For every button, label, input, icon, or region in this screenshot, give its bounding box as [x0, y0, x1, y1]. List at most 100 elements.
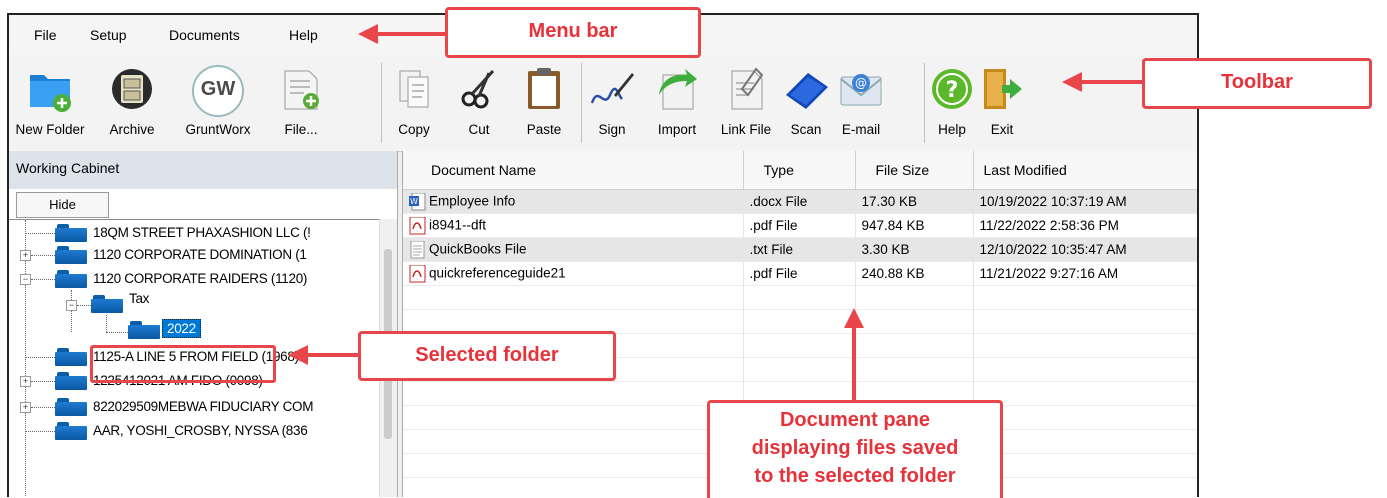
- new-folder-label: New Folder: [15, 122, 85, 137]
- sign-label: Sign: [598, 122, 626, 137]
- toolbar-separator: [381, 63, 382, 143]
- pdf-icon: [409, 264, 426, 283]
- document-modified: 10/19/2022 10:37:19 AM: [973, 189, 1197, 214]
- folder-icon: [55, 372, 87, 390]
- tree-connector: [25, 431, 55, 432]
- column-header-type[interactable]: Type: [743, 151, 856, 190]
- toolbar-callout: Toolbar: [1142, 58, 1372, 109]
- help-button[interactable]: ? Help: [926, 59, 978, 149]
- exit-button[interactable]: Exit: [978, 59, 1026, 149]
- document-name-cell: quickreferenceguide21: [403, 261, 744, 286]
- clipboard-paste-icon: [528, 68, 560, 109]
- menu-setup[interactable]: Setup: [90, 27, 127, 43]
- menu-documents[interactable]: Documents: [169, 27, 240, 43]
- document-modified: 12/10/2022 10:35:47 AM: [973, 237, 1197, 262]
- import-label: Import: [657, 122, 697, 137]
- table-header-row: Document Name Type File Size Last Modifi…: [403, 151, 1197, 190]
- archive-cabinet-icon: [112, 69, 152, 109]
- tree-connector: [106, 315, 107, 332]
- document-type: .docx File: [743, 189, 856, 214]
- column-header-last-modified[interactable]: Last Modified: [973, 151, 1197, 190]
- archive-label: Archive: [109, 122, 155, 137]
- email-button[interactable]: @ E-mail: [833, 59, 889, 149]
- toolbar-arrow: [1062, 72, 1144, 92]
- table-row[interactable]: W Employee Info .docx File 17.30 KB 10/19…: [403, 189, 1197, 214]
- word-icon: W: [409, 192, 426, 211]
- toolbar-separator: [581, 63, 582, 143]
- collapse-toggle-icon[interactable]: −: [66, 300, 77, 311]
- hide-button[interactable]: Hide: [16, 192, 109, 218]
- table-row[interactable]: QuickBooks File .txt File 3.30 KB 12/10/…: [403, 237, 1197, 262]
- tree-connector: [31, 255, 55, 256]
- tree-connector: [25, 233, 55, 234]
- text-file-icon: [409, 240, 426, 259]
- tree-connector: [31, 279, 55, 280]
- paste-label: Paste: [526, 122, 562, 137]
- document-pane-callout-line-1: Document pane: [779, 409, 931, 431]
- menu-file[interactable]: File: [34, 27, 57, 43]
- document-pane-callout-line-3: to the selected folder: [754, 465, 956, 487]
- new-folder-button[interactable]: New Folder: [9, 59, 91, 149]
- document-name: quickreferenceguide21: [429, 265, 566, 281]
- table-row-empty: [403, 285, 1197, 310]
- copy-button[interactable]: Copy: [383, 59, 445, 149]
- expand-toggle-icon[interactable]: +: [20, 376, 31, 387]
- pdf-icon: [409, 216, 426, 235]
- table-row-empty: [403, 309, 1197, 334]
- expand-toggle-icon[interactable]: +: [20, 402, 31, 413]
- expand-toggle-icon[interactable]: +: [20, 250, 31, 261]
- document-name-cell: W Employee Info: [403, 189, 744, 214]
- scan-button[interactable]: Scan: [781, 59, 831, 149]
- tree-connector: [31, 381, 55, 382]
- import-button[interactable]: Import: [645, 59, 709, 149]
- help-label: Help: [938, 122, 966, 137]
- file-menu-button[interactable]: File...: [267, 59, 335, 149]
- menu-bar-callout: Menu bar: [445, 7, 701, 58]
- svg-text:@: @: [855, 76, 867, 90]
- toolbar-callout-text: Toolbar: [1221, 71, 1293, 93]
- menu-bar-callout-text: Menu bar: [528, 20, 618, 42]
- new-folder-icon: [30, 75, 71, 112]
- tree-item-label: 2022: [162, 319, 201, 338]
- collapse-toggle-icon[interactable]: −: [20, 274, 31, 285]
- toolbar-separator: [924, 63, 925, 143]
- link-file-icon: [731, 67, 764, 110]
- cut-button[interactable]: Cut: [449, 59, 509, 149]
- gruntworx-label: GruntWorx: [185, 122, 251, 137]
- column-header-document-name[interactable]: Document Name: [403, 151, 744, 190]
- document-size: 17.30 KB: [855, 189, 974, 214]
- table-row[interactable]: i8941--dft .pdf File 947.84 KB 11/22/202…: [403, 213, 1197, 238]
- document-type: .pdf File: [743, 213, 856, 238]
- document-name: Employee Info: [429, 193, 516, 209]
- working-cabinet-header: Working Cabinet: [9, 151, 397, 189]
- tree-item-label: Tax: [129, 291, 150, 306]
- document-name-cell: QuickBooks File: [403, 237, 744, 262]
- signature-pen-icon: [590, 73, 634, 104]
- document-name: i8941--dft: [429, 217, 487, 233]
- menu-bar-arrow: [358, 24, 446, 44]
- svg-text:?: ?: [946, 78, 959, 103]
- archive-button[interactable]: Archive: [94, 59, 170, 149]
- working-cabinet-panel: Working Cabinet Hide 18QM STREET PHAXASH…: [9, 151, 398, 497]
- tree-item-label: 1120 CORPORATE DOMINATION (1: [93, 247, 307, 262]
- folder-icon: [55, 246, 87, 264]
- email-label: E-mail: [841, 122, 881, 137]
- gruntworx-logo-text: GW: [200, 78, 236, 100]
- document-name-cell: i8941--dft: [403, 213, 744, 238]
- table-row[interactable]: quickreferenceguide21 .pdf File 240.88 K…: [403, 261, 1197, 286]
- scan-label: Scan: [790, 122, 822, 137]
- document-pane-callout: Document pane displaying files saved to …: [707, 400, 1003, 498]
- link-file-label: Link File: [720, 122, 772, 137]
- help-question-icon: ?: [932, 69, 972, 109]
- selected-folder-highlight: [90, 345, 276, 383]
- paste-button[interactable]: Paste: [515, 59, 573, 149]
- folder-icon: [55, 422, 87, 440]
- folder-icon: [128, 321, 160, 339]
- application-window: File Setup Documents Help New Folder Arc…: [7, 13, 1199, 497]
- tree-connector: [25, 220, 26, 497]
- link-file-button[interactable]: Link File: [711, 59, 781, 149]
- menu-help[interactable]: Help: [289, 27, 318, 43]
- gruntworx-button[interactable]: GW GruntWorx: [172, 59, 264, 149]
- sign-button[interactable]: Sign: [583, 59, 641, 149]
- column-header-file-size[interactable]: File Size: [855, 151, 974, 190]
